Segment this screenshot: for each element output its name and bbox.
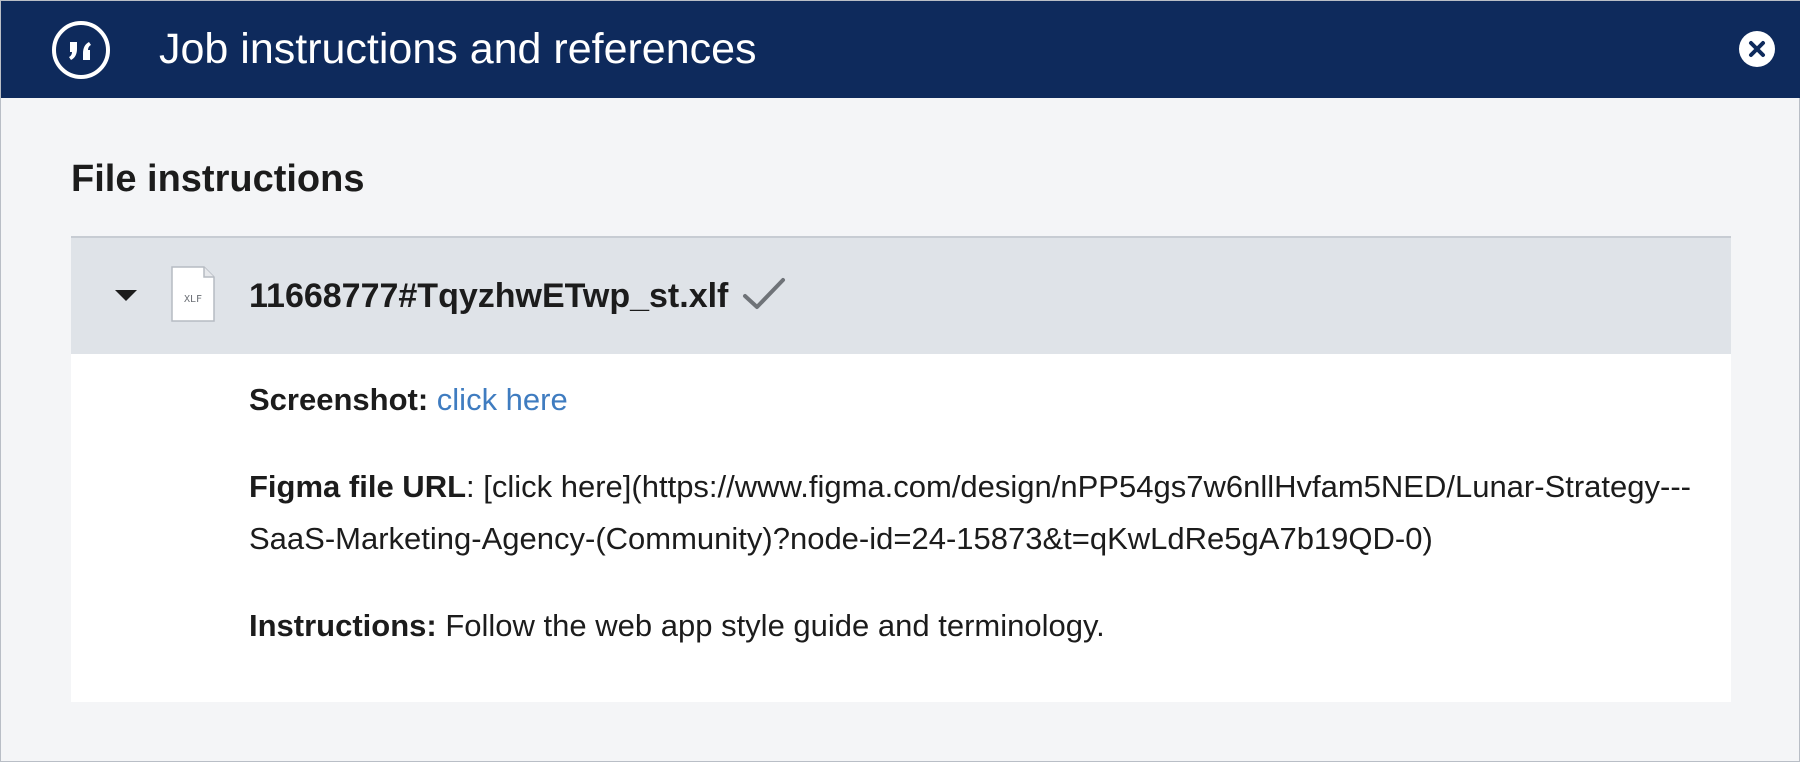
checkmark-icon xyxy=(741,276,787,317)
quote-icon xyxy=(52,21,110,79)
file-row[interactable]: XLF 11668777#TqyzhwETwp_st.xlf xyxy=(71,236,1731,354)
job-instructions-dialog: Job instructions and references File ins… xyxy=(0,0,1800,762)
figma-url-value: : [click here](https://www.figma.com/des… xyxy=(249,469,1691,556)
svg-text:XLF: XLF xyxy=(184,294,202,305)
instructions-value: Follow the web app style guide and termi… xyxy=(436,608,1105,643)
close-icon[interactable] xyxy=(1739,31,1775,67)
screenshot-label: Screenshot: xyxy=(249,382,429,417)
section-heading: File instructions xyxy=(71,158,365,200)
screenshot-field: Screenshot: click here xyxy=(249,374,1699,426)
xlf-file-icon: XLF xyxy=(171,266,215,327)
dialog-title: Job instructions and references xyxy=(159,25,757,73)
instructions-label: Instructions: xyxy=(249,608,437,643)
instructions-field: Instructions: Follow the web app style g… xyxy=(249,600,1699,652)
dialog-header: Job instructions and references xyxy=(1,1,1800,98)
figma-url-label: Figma file URL xyxy=(249,469,467,504)
file-instructions-panel: XLF 11668777#TqyzhwETwp_st.xlf Screensho… xyxy=(71,236,1731,702)
screenshot-link[interactable]: click here xyxy=(437,382,568,417)
file-name: 11668777#TqyzhwETwp_st.xlf xyxy=(249,277,729,315)
figma-url-field: Figma file URL: [click here](https://www… xyxy=(249,461,1699,565)
chevron-down-icon[interactable] xyxy=(115,290,137,301)
